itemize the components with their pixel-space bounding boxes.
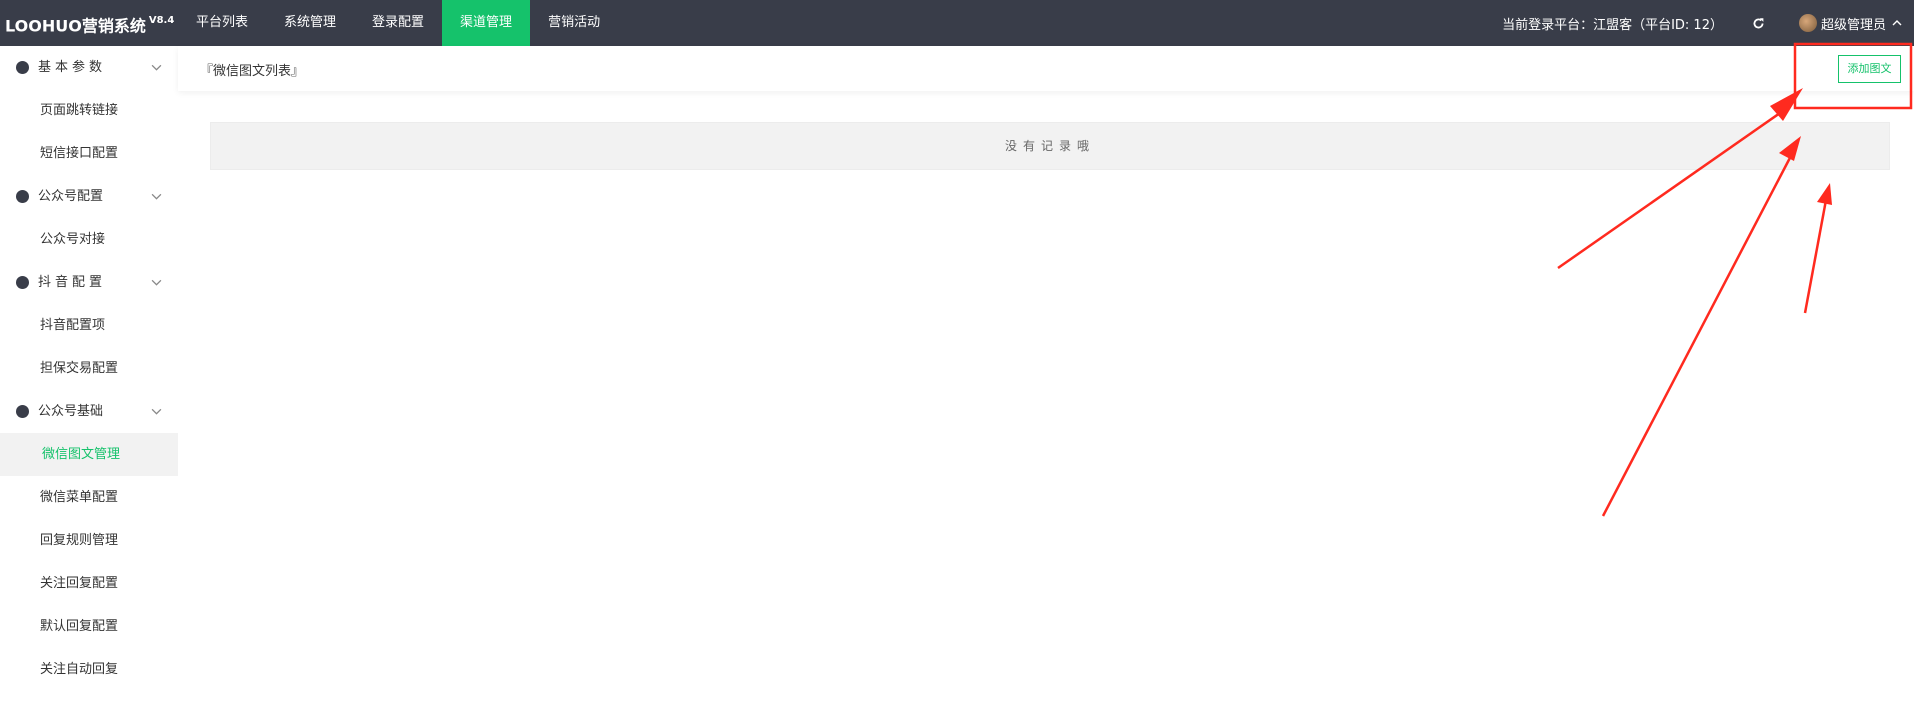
user-menu[interactable]: 超级管理员 (1798, 14, 1902, 33)
sidebar-item-reply-rule-management[interactable]: 回复规则管理 (0, 519, 178, 562)
sidebar-group-label: 抖音配置 (38, 275, 107, 290)
avatar (1798, 14, 1817, 32)
app-brand[interactable]: LOOHUO营销系统 V8.4 (5, 0, 174, 46)
sidebar-group-basic-params[interactable]: 基本参数 (0, 46, 178, 89)
sidebar-item-official-account-integration[interactable]: 公众号对接 (0, 218, 178, 261)
nav-item-platform-list[interactable]: 平台列表 (178, 0, 266, 46)
chevron-down-icon (151, 279, 162, 286)
main-content: 『微信图文列表』 添加图文 没有记录哦 (178, 46, 1914, 707)
refresh-icon[interactable] (1751, 15, 1767, 31)
sidebar-item-douyin-config-items[interactable]: 抖音配置项 (0, 304, 178, 347)
location-icon (16, 405, 29, 418)
empty-state: 没有记录哦 (210, 122, 1890, 170)
sidebar-group-official-account-basics[interactable]: 公众号基础 (0, 390, 178, 433)
sidebar-item-default-reply-config[interactable]: 默认回复配置 (0, 605, 178, 648)
add-article-button[interactable]: 添加图文 (1838, 55, 1901, 83)
sidebar: 基本参数 页面跳转链接 短信接口配置 公众号配置 公众号对接 抖音配置 抖音配置… (0, 46, 178, 707)
sidebar-group-douyin-config[interactable]: 抖音配置 (0, 261, 178, 304)
sidebar-item-wechat-article-management[interactable]: 微信图文管理 (0, 433, 178, 476)
sidebar-item-sms-interface-config[interactable]: 短信接口配置 (0, 132, 178, 175)
sidebar-item-follow-auto-reply[interactable]: 关注自动回复 (0, 648, 178, 691)
play-icon (16, 276, 29, 289)
breadcrumb-bar: 『微信图文列表』 添加图文 (178, 46, 1914, 91)
nav-item-marketing-activities[interactable]: 营销活动 (530, 0, 618, 46)
nav-item-system-management[interactable]: 系统管理 (266, 0, 354, 46)
user-name: 超级管理员 (1820, 17, 1886, 33)
top-navbar: LOOHUO营销系统 V8.4 平台列表 系统管理 登录配置 渠道管理 营销活动 … (0, 0, 1914, 46)
breadcrumb: 『微信图文列表』 (200, 64, 305, 79)
header-right: 当前登录平台：江盟客（平台ID: 12） 超级管理员 (1502, 0, 1914, 46)
wechat-icon (16, 190, 29, 203)
sidebar-item-follow-reply-config[interactable]: 关注回复配置 (0, 562, 178, 605)
app-title: LOOHUO营销系统 (5, 16, 146, 36)
chevron-down-icon (151, 408, 162, 415)
sidebar-item-page-redirect-links[interactable]: 页面跳转链接 (0, 89, 178, 132)
top-nav: 平台列表 系统管理 登录配置 渠道管理 营销活动 (178, 0, 618, 46)
sidebar-group-label: 基本参数 (38, 60, 107, 75)
app-version: V8.4 (148, 15, 175, 26)
current-platform-text: 当前登录平台：江盟客（平台ID: 12） (1502, 17, 1723, 33)
nav-item-channel-management[interactable]: 渠道管理 (442, 0, 531, 46)
sidebar-item-wechat-menu-config[interactable]: 微信菜单配置 (0, 476, 178, 519)
chevron-down-icon (151, 193, 162, 200)
compass-icon (16, 61, 29, 74)
sidebar-item-guarantee-trade-config[interactable]: 担保交易配置 (0, 347, 178, 390)
sidebar-group-label: 公众号基础 (38, 404, 104, 419)
chevron-up-icon (1892, 20, 1902, 26)
sidebar-group-official-account-config[interactable]: 公众号配置 (0, 175, 178, 218)
sidebar-group-label: 公众号配置 (38, 189, 104, 204)
chevron-down-icon (151, 64, 162, 71)
nav-item-login-config[interactable]: 登录配置 (354, 0, 442, 46)
